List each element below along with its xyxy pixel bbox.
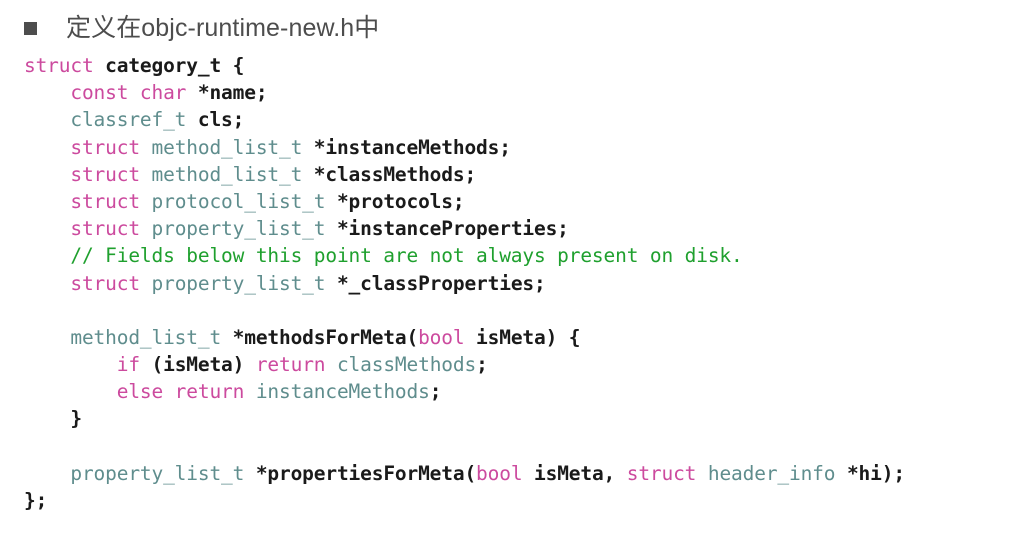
code-token-pln: *instanceMethods; — [302, 135, 511, 159]
code-token-pln — [24, 272, 70, 295]
code-token-pln — [24, 380, 117, 403]
code-token-pln: cls; — [186, 108, 245, 132]
code-token-kw: struct — [70, 271, 140, 295]
code-token-typ: method_list_t — [151, 135, 303, 159]
code-token-pln — [24, 136, 70, 159]
slide-heading: 定义在objc-runtime-new.h中 — [24, 9, 379, 47]
code-token-kw: bool — [418, 325, 465, 349]
code-line: classref_t cls; — [24, 106, 905, 133]
code-token-pln: (isMeta) — [139, 353, 256, 377]
code-token-pln: *protocols; — [325, 189, 465, 213]
code-line: }; — [24, 487, 905, 514]
code-token-pln: *name; — [186, 81, 268, 105]
page-title: 定义在objc-runtime-new.h中 — [66, 13, 380, 42]
code-block: struct category_t { const char *name; cl… — [24, 52, 905, 514]
code-token-typ: header_info — [707, 461, 836, 485]
code-token-pln — [24, 353, 117, 376]
code-line: struct protocol_list_t *protocols; — [24, 188, 905, 215]
code-token-kw: struct — [70, 162, 140, 186]
code-token-pln: ; — [429, 380, 442, 404]
code-token-pln: category_t { — [105, 54, 245, 77]
code-token-pln: isMeta, — [522, 461, 627, 485]
code-line: struct method_list_t *classMethods; — [24, 161, 905, 188]
code-token-typ: property_list_t — [151, 217, 326, 241]
code-token-typ: protocol_list_t — [151, 189, 326, 213]
code-token-typ: property_list_t — [70, 461, 245, 485]
code-token-pln — [24, 462, 70, 485]
code-token-pln — [24, 244, 70, 267]
code-line: struct category_t { — [24, 52, 905, 79]
code-token-pln: *hi); — [835, 461, 905, 485]
code-token-kw: struct — [626, 461, 697, 485]
code-token-pln: *_classProperties; — [325, 271, 546, 295]
code-token-typ: method_list_t — [151, 162, 303, 186]
code-token-pln — [140, 217, 152, 240]
code-line: } — [24, 405, 905, 432]
code-token-cmt: // Fields below this point are not alway… — [70, 244, 743, 268]
code-line: const char *name; — [24, 79, 905, 106]
code-token-kw: struct — [24, 54, 94, 77]
code-token-kw: if — [116, 353, 140, 377]
code-line: if (isMeta) return classMethods; — [24, 351, 905, 378]
code-token-pln — [94, 54, 106, 77]
code-token-kw: struct — [70, 217, 140, 241]
code-line: struct property_list_t *_classProperties… — [24, 270, 905, 297]
code-token-pln: } — [24, 407, 82, 431]
code-token-pln — [24, 81, 70, 104]
code-token-typ: classMethods — [336, 353, 477, 377]
code-token-kw: return — [255, 353, 326, 377]
code-token-pln — [696, 462, 708, 485]
code-token-pln: *classMethods; — [302, 162, 477, 186]
square-bullet-icon — [24, 21, 37, 35]
code-token-pln — [24, 108, 70, 131]
code-token-pln — [24, 326, 70, 349]
code-line: struct property_list_t *instanceProperti… — [24, 215, 905, 242]
code-token-kw: else return — [116, 380, 245, 404]
code-token-pln — [140, 163, 152, 186]
code-token-pln — [24, 163, 70, 186]
code-token-pln — [244, 380, 256, 403]
code-token-pln: *methodsForMeta( — [221, 325, 419, 349]
code-token-pln — [140, 190, 152, 213]
code-token-typ: instanceMethods — [255, 380, 430, 404]
code-line: else return instanceMethods; — [24, 378, 905, 405]
code-token-pln: }; — [24, 489, 48, 512]
code-token-pln — [325, 353, 337, 376]
code-token-pln: *propertiesForMeta( — [244, 461, 477, 485]
code-token-typ: method_list_t — [70, 325, 222, 349]
code-line: method_list_t *methodsForMeta(bool isMet… — [24, 324, 905, 351]
code-token-pln: isMeta) { — [464, 325, 581, 349]
code-token-pln — [140, 136, 152, 159]
code-token-kw: bool — [476, 461, 523, 485]
code-token-kw: struct — [70, 135, 140, 159]
code-token-pln — [24, 217, 70, 240]
code-token-pln: *instanceProperties; — [325, 217, 569, 241]
code-token-pln — [140, 272, 152, 295]
code-token-typ: classref_t — [70, 108, 187, 132]
code-token-pln — [24, 190, 70, 213]
code-token-kw: const char — [70, 81, 187, 105]
code-line: property_list_t *propertiesForMeta(bool … — [24, 460, 905, 487]
code-line: struct method_list_t *instanceMethods; — [24, 134, 905, 161]
code-token-pln: ; — [476, 353, 488, 377]
code-line: // Fields below this point are not alway… — [24, 242, 905, 269]
slide-canvas: 定义在objc-runtime-new.h中 struct category_t… — [0, 0, 1030, 550]
code-token-typ: property_list_t — [151, 271, 326, 295]
code-token-kw: struct — [70, 189, 140, 213]
